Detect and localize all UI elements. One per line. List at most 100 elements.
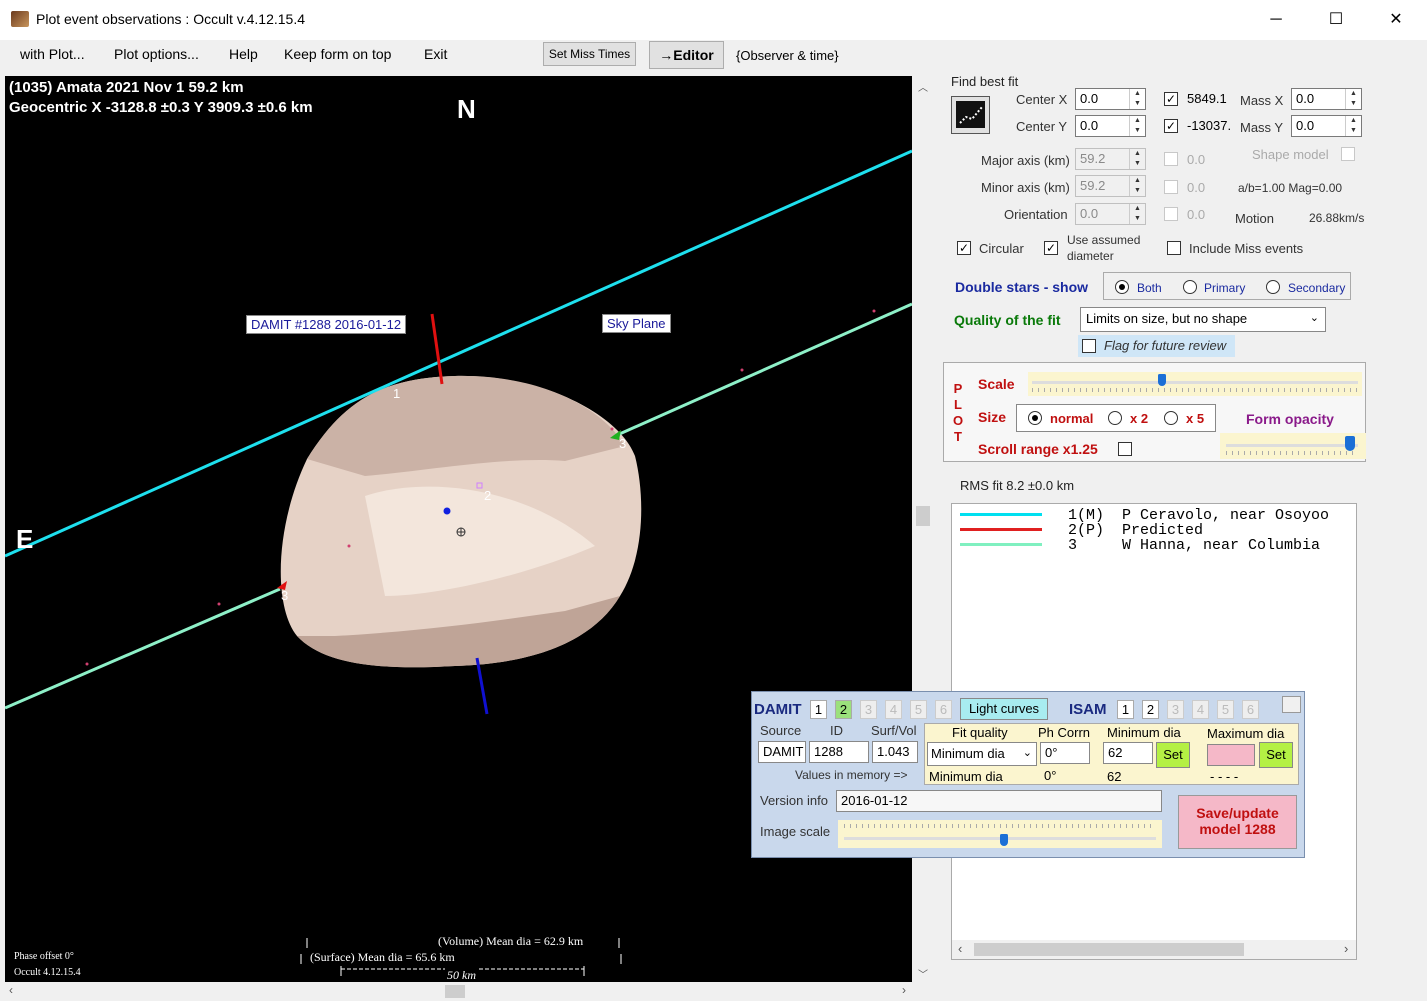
close-button[interactable]: ✕ bbox=[1373, 0, 1419, 40]
set-max-button[interactable]: Set bbox=[1259, 742, 1293, 768]
chart-fit-icon bbox=[956, 101, 985, 128]
legend-scroll-right-icon[interactable]: › bbox=[1344, 941, 1348, 956]
set-min-button[interactable]: Set bbox=[1156, 742, 1190, 768]
damit-tab-5[interactable]: 5 bbox=[910, 700, 927, 719]
legend-scroll-thumb[interactable] bbox=[974, 943, 1244, 956]
spinner-arrows-icon[interactable]: ▲ ▼ bbox=[1345, 89, 1361, 109]
minor-axis-label: Minor axis (km) bbox=[981, 180, 1070, 195]
size-label: Size bbox=[978, 409, 1007, 425]
spinner-arrows-icon[interactable]: ▲ ▼ bbox=[1129, 116, 1145, 136]
isam-tab-6[interactable]: 6 bbox=[1242, 700, 1259, 719]
check-y-checkbox[interactable]: ✓ bbox=[1164, 119, 1178, 133]
damit-tab-3[interactable]: 3 bbox=[860, 700, 877, 719]
quality-dropdown[interactable]: Limits on size, but no shape ⌄ bbox=[1080, 307, 1326, 332]
find-best-fit-button[interactable] bbox=[951, 96, 990, 134]
isam-tab-3[interactable]: 3 bbox=[1167, 700, 1184, 719]
spinner-arrows-icon[interactable]: ▲ ▼ bbox=[1129, 176, 1145, 196]
scroll-up-icon[interactable]: ︿ bbox=[918, 79, 928, 94]
scroll-thumb[interactable] bbox=[916, 506, 930, 526]
image-scale-thumb[interactable] bbox=[1000, 834, 1008, 846]
scroll-right-icon[interactable]: › bbox=[902, 983, 906, 997]
spinner-arrows-icon[interactable]: ▲ ▼ bbox=[1345, 116, 1361, 136]
scroll-left-icon[interactable]: ‹ bbox=[9, 983, 13, 997]
opacity-slider-thumb[interactable] bbox=[1345, 436, 1355, 451]
surface-diameter-text: (Surface) Mean dia = 65.6 km bbox=[310, 950, 455, 964]
minor-check[interactable] bbox=[1164, 180, 1178, 194]
scroll-down-icon[interactable]: ﹀ bbox=[918, 966, 928, 981]
form-opacity-label: Form opacity bbox=[1246, 411, 1334, 427]
app-icon bbox=[11, 11, 29, 27]
scale-slider[interactable] bbox=[1028, 372, 1362, 396]
center-y-input[interactable]: 0.0 ▲ ▼ bbox=[1075, 115, 1146, 137]
light-curves-button[interactable]: Light curves bbox=[960, 698, 1048, 720]
circular-checkbox[interactable]: ✓ bbox=[957, 241, 971, 255]
editor-button[interactable]: →Editor bbox=[649, 41, 724, 69]
radio-both[interactable] bbox=[1115, 280, 1129, 294]
use-assumed-checkbox[interactable]: ✓ bbox=[1044, 241, 1058, 255]
mass-x-input[interactable]: 0.0 ▲ ▼ bbox=[1291, 88, 1362, 110]
ph-corr-field[interactable]: 0° bbox=[1040, 742, 1090, 764]
scroll-range-checkbox[interactable] bbox=[1118, 442, 1132, 456]
menu-exit[interactable]: Exit bbox=[424, 46, 447, 62]
shape-model-checkbox[interactable] bbox=[1341, 147, 1355, 161]
scale-slider-thumb[interactable] bbox=[1158, 374, 1166, 386]
orientation-input[interactable]: 0.0 ▲ ▼ bbox=[1075, 203, 1146, 225]
observer-time-label[interactable]: {Observer & time} bbox=[736, 48, 839, 63]
menu-plot-options[interactable]: Plot options... bbox=[114, 46, 199, 62]
damit-tab-4[interactable]: 4 bbox=[885, 700, 902, 719]
radio-x2[interactable] bbox=[1108, 411, 1122, 425]
major-axis-input[interactable]: 59.2 ▲ ▼ bbox=[1075, 148, 1146, 170]
isam-tab-1[interactable]: 1 bbox=[1117, 700, 1134, 719]
legend-scroll-left-icon[interactable]: ‹ bbox=[958, 941, 962, 956]
secondary-label: Secondary bbox=[1288, 281, 1346, 295]
center-x-input[interactable]: 0.0 ▲ ▼ bbox=[1075, 88, 1146, 110]
isam-tab-4[interactable]: 4 bbox=[1192, 700, 1209, 719]
set-miss-times-button[interactable]: Set Miss Times bbox=[543, 42, 636, 66]
radio-x5[interactable] bbox=[1164, 411, 1178, 425]
minor-axis-input[interactable]: 59.2 ▲ ▼ bbox=[1075, 175, 1146, 197]
normal-label: normal bbox=[1050, 411, 1094, 426]
id-field[interactable]: 1288 bbox=[809, 741, 869, 763]
damit-tab-1[interactable]: 1 bbox=[810, 700, 827, 719]
phase-offset-text: Phase offset 0° bbox=[14, 951, 74, 962]
radio-secondary[interactable] bbox=[1266, 280, 1280, 294]
plot-horizontal-scrollbar[interactable]: ‹ › bbox=[5, 983, 914, 1000]
hscroll-thumb[interactable] bbox=[445, 985, 465, 998]
isam-tab-5[interactable]: 5 bbox=[1217, 700, 1234, 719]
menu-with-plot[interactable]: with Plot... bbox=[20, 46, 85, 62]
flag-review-checkbox[interactable] bbox=[1082, 339, 1096, 353]
damit-tab-2[interactable]: 2 bbox=[835, 700, 852, 719]
damit-close-button[interactable] bbox=[1282, 696, 1301, 713]
opacity-slider[interactable] bbox=[1220, 433, 1366, 459]
radio-normal[interactable] bbox=[1028, 411, 1042, 425]
min-dia-field[interactable]: 62 bbox=[1103, 742, 1153, 764]
save-update-button[interactable]: Save/update model 1288 bbox=[1178, 795, 1297, 849]
quality-label: Quality of the fit bbox=[954, 312, 1061, 328]
orient-check[interactable] bbox=[1164, 207, 1178, 221]
damit-tab-6[interactable]: 6 bbox=[935, 700, 952, 719]
minimize-button[interactable]: ─ bbox=[1253, 0, 1299, 40]
pole-south bbox=[475, 657, 489, 715]
spinner-arrows-icon[interactable]: ▲ ▼ bbox=[1129, 204, 1145, 224]
fit-quality-dropdown[interactable]: Minimum dia ⌄ bbox=[927, 742, 1037, 766]
image-scale-slider[interactable] bbox=[838, 820, 1162, 848]
maximize-button[interactable]: ☐ bbox=[1313, 0, 1359, 40]
surfvol-field[interactable]: 1.043 bbox=[872, 741, 918, 763]
menu-keep-on-top[interactable]: Keep form on top bbox=[284, 46, 391, 62]
version-info-field[interactable]: 2016-01-12 bbox=[836, 790, 1162, 812]
major-check[interactable] bbox=[1164, 152, 1178, 166]
max-dia-field[interactable] bbox=[1207, 744, 1255, 766]
check-x-checkbox[interactable]: ✓ bbox=[1164, 92, 1178, 106]
center-y-label: Center Y bbox=[1016, 119, 1068, 134]
include-miss-checkbox[interactable] bbox=[1167, 241, 1181, 255]
radio-primary[interactable] bbox=[1183, 280, 1197, 294]
spinner-arrows-icon[interactable]: ▲ ▼ bbox=[1129, 89, 1145, 109]
menu-help[interactable]: Help bbox=[229, 46, 258, 62]
legend-horizontal-scrollbar[interactable]: ‹ › bbox=[952, 940, 1356, 959]
major-axis-label: Major axis (km) bbox=[981, 153, 1070, 168]
flag-review-label: Flag for future review bbox=[1104, 338, 1227, 353]
mass-y-input[interactable]: 0.0 ▲ ▼ bbox=[1291, 115, 1362, 137]
spinner-arrows-icon[interactable]: ▲ ▼ bbox=[1129, 149, 1145, 169]
isam-tab-2[interactable]: 2 bbox=[1142, 700, 1159, 719]
source-field[interactable]: DAMIT bbox=[758, 741, 806, 763]
